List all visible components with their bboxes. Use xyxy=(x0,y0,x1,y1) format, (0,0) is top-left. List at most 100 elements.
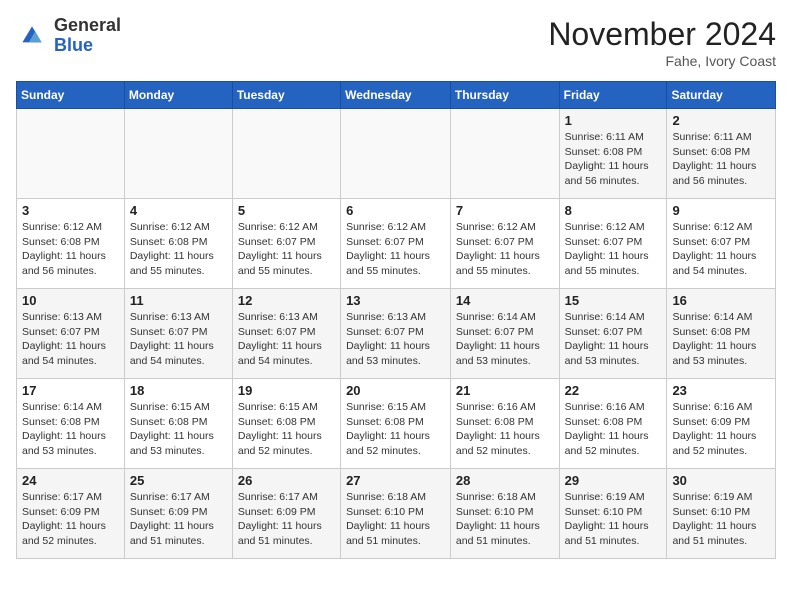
day-detail: Sunrise: 6:15 AMSunset: 6:08 PMDaylight:… xyxy=(346,400,445,459)
day-cell: 17Sunrise: 6:14 AMSunset: 6:08 PMDayligh… xyxy=(17,379,125,469)
day-number: 6 xyxy=(346,203,445,218)
week-row-1: 1 Sunrise: 6:11 AMSunset: 6:08 PMDaylight… xyxy=(17,109,776,199)
day-cell: 12Sunrise: 6:13 AMSunset: 6:07 PMDayligh… xyxy=(232,289,340,379)
day-detail: Sunrise: 6:18 AMSunset: 6:10 PMDaylight:… xyxy=(346,490,445,549)
day-cell xyxy=(124,109,232,199)
day-detail: Sunrise: 6:17 AMSunset: 6:09 PMDaylight:… xyxy=(238,490,335,549)
day-cell xyxy=(450,109,559,199)
weekday-header-friday: Friday xyxy=(559,82,667,109)
day-detail: Sunrise: 6:14 AMSunset: 6:07 PMDaylight:… xyxy=(565,310,662,369)
day-number: 28 xyxy=(456,473,554,488)
day-cell: 26 Sunrise: 6:17 AMSunset: 6:09 PMDayligh… xyxy=(232,469,340,559)
day-number: 7 xyxy=(456,203,554,218)
day-cell xyxy=(341,109,451,199)
day-detail: Sunrise: 6:12 AMSunset: 6:07 PMDaylight:… xyxy=(346,220,445,279)
day-detail: Sunrise: 6:19 AMSunset: 6:10 PMDaylight:… xyxy=(565,490,662,549)
location: Fahe, Ivory Coast xyxy=(548,53,776,69)
day-detail: Sunrise: 6:15 AMSunset: 6:08 PMDaylight:… xyxy=(130,400,227,459)
day-detail: Sunrise: 6:12 AMSunset: 6:07 PMDaylight:… xyxy=(456,220,554,279)
day-cell: 6 Sunrise: 6:12 AMSunset: 6:07 PMDaylight… xyxy=(341,199,451,289)
title-block: November 2024 Fahe, Ivory Coast xyxy=(548,16,776,69)
day-detail: Sunrise: 6:16 AMSunset: 6:09 PMDaylight:… xyxy=(672,400,770,459)
day-number: 29 xyxy=(565,473,662,488)
day-cell: 30Sunrise: 6:19 AMSunset: 6:10 PMDayligh… xyxy=(667,469,776,559)
weekday-header-monday: Monday xyxy=(124,82,232,109)
day-cell: 23 Sunrise: 6:16 AMSunset: 6:09 PMDayligh… xyxy=(667,379,776,469)
day-cell: 19Sunrise: 6:15 AMSunset: 6:08 PMDayligh… xyxy=(232,379,340,469)
day-number: 13 xyxy=(346,293,445,308)
day-cell: 14Sunrise: 6:14 AMSunset: 6:07 PMDayligh… xyxy=(450,289,559,379)
day-detail: Sunrise: 6:13 AMSunset: 6:07 PMDaylight:… xyxy=(22,310,119,369)
day-number: 3 xyxy=(22,203,119,218)
logo-icon xyxy=(16,20,48,52)
day-number: 25 xyxy=(130,473,227,488)
weekday-header-tuesday: Tuesday xyxy=(232,82,340,109)
day-cell: 1Sunrise: 6:11 AMSunset: 6:08 PMDaylight… xyxy=(559,109,667,199)
day-cell: 7 Sunrise: 6:12 AMSunset: 6:07 PMDaylight… xyxy=(450,199,559,289)
day-detail: Sunrise: 6:13 AMSunset: 6:07 PMDaylight:… xyxy=(238,310,335,369)
day-cell: 5 Sunrise: 6:12 AMSunset: 6:07 PMDaylight… xyxy=(232,199,340,289)
day-detail: Sunrise: 6:14 AMSunset: 6:08 PMDaylight:… xyxy=(672,310,770,369)
day-number: 16 xyxy=(672,293,770,308)
day-detail: Sunrise: 6:12 AMSunset: 6:07 PMDaylight:… xyxy=(672,220,770,279)
day-cell: 28 Sunrise: 6:18 AMSunset: 6:10 PMDayligh… xyxy=(450,469,559,559)
day-cell: 18 Sunrise: 6:15 AMSunset: 6:08 PMDayligh… xyxy=(124,379,232,469)
day-number: 1 xyxy=(565,113,662,128)
weekday-header-sunday: Sunday xyxy=(17,82,125,109)
day-detail: Sunrise: 6:17 AMSunset: 6:09 PMDaylight:… xyxy=(22,490,119,549)
day-number: 26 xyxy=(238,473,335,488)
logo: General Blue xyxy=(16,16,121,56)
weekday-header-row: SundayMondayTuesdayWednesdayThursdayFrid… xyxy=(17,82,776,109)
day-cell: 4 Sunrise: 6:12 AMSunset: 6:08 PMDaylight… xyxy=(124,199,232,289)
day-detail: Sunrise: 6:11 AMSunset: 6:08 PMDaylight:… xyxy=(672,130,770,189)
day-detail: Sunrise: 6:19 AMSunset: 6:10 PMDaylight:… xyxy=(672,490,770,549)
day-number: 23 xyxy=(672,383,770,398)
day-cell: 13 Sunrise: 6:13 AMSunset: 6:07 PMDayligh… xyxy=(341,289,451,379)
day-cell: 9 Sunrise: 6:12 AMSunset: 6:07 PMDaylight… xyxy=(667,199,776,289)
day-number: 8 xyxy=(565,203,662,218)
day-cell: 15 Sunrise: 6:14 AMSunset: 6:07 PMDayligh… xyxy=(559,289,667,379)
day-cell: 25Sunrise: 6:17 AMSunset: 6:09 PMDayligh… xyxy=(124,469,232,559)
day-number: 22 xyxy=(565,383,662,398)
day-number: 4 xyxy=(130,203,227,218)
day-detail: Sunrise: 6:12 AMSunset: 6:08 PMDaylight:… xyxy=(130,220,227,279)
day-cell: 20 Sunrise: 6:15 AMSunset: 6:08 PMDayligh… xyxy=(341,379,451,469)
week-row-2: 3 Sunrise: 6:12 AMSunset: 6:08 PMDaylight… xyxy=(17,199,776,289)
day-number: 2 xyxy=(672,113,770,128)
day-cell xyxy=(232,109,340,199)
day-cell: 2 Sunrise: 6:11 AMSunset: 6:08 PMDaylight… xyxy=(667,109,776,199)
day-number: 18 xyxy=(130,383,227,398)
day-cell: 22 Sunrise: 6:16 AMSunset: 6:08 PMDayligh… xyxy=(559,379,667,469)
day-detail: Sunrise: 6:18 AMSunset: 6:10 PMDaylight:… xyxy=(456,490,554,549)
day-number: 11 xyxy=(130,293,227,308)
day-cell: 16 Sunrise: 6:14 AMSunset: 6:08 PMDayligh… xyxy=(667,289,776,379)
day-detail: Sunrise: 6:12 AMSunset: 6:08 PMDaylight:… xyxy=(22,220,119,279)
weekday-header-thursday: Thursday xyxy=(450,82,559,109)
day-number: 21 xyxy=(456,383,554,398)
day-cell: 24 Sunrise: 6:17 AMSunset: 6:09 PMDayligh… xyxy=(17,469,125,559)
day-number: 17 xyxy=(22,383,119,398)
day-detail: Sunrise: 6:12 AMSunset: 6:07 PMDaylight:… xyxy=(238,220,335,279)
day-number: 19 xyxy=(238,383,335,398)
week-row-3: 10Sunrise: 6:13 AMSunset: 6:07 PMDayligh… xyxy=(17,289,776,379)
day-detail: Sunrise: 6:16 AMSunset: 6:08 PMDaylight:… xyxy=(565,400,662,459)
day-number: 27 xyxy=(346,473,445,488)
day-cell xyxy=(17,109,125,199)
weekday-header-saturday: Saturday xyxy=(667,82,776,109)
day-number: 20 xyxy=(346,383,445,398)
day-number: 9 xyxy=(672,203,770,218)
day-cell: 8 Sunrise: 6:12 AMSunset: 6:07 PMDaylight… xyxy=(559,199,667,289)
day-detail: Sunrise: 6:12 AMSunset: 6:07 PMDaylight:… xyxy=(565,220,662,279)
day-cell: 11 Sunrise: 6:13 AMSunset: 6:07 PMDayligh… xyxy=(124,289,232,379)
day-cell: 21 Sunrise: 6:16 AMSunset: 6:08 PMDayligh… xyxy=(450,379,559,469)
page-header: General Blue November 2024 Fahe, Ivory C… xyxy=(16,16,776,69)
day-cell: 27 Sunrise: 6:18 AMSunset: 6:10 PMDayligh… xyxy=(341,469,451,559)
day-number: 15 xyxy=(565,293,662,308)
day-number: 24 xyxy=(22,473,119,488)
day-detail: Sunrise: 6:16 AMSunset: 6:08 PMDaylight:… xyxy=(456,400,554,459)
day-detail: Sunrise: 6:14 AMSunset: 6:07 PMDaylight:… xyxy=(456,310,554,369)
day-number: 5 xyxy=(238,203,335,218)
logo-text: General Blue xyxy=(54,16,121,56)
day-detail: Sunrise: 6:13 AMSunset: 6:07 PMDaylight:… xyxy=(130,310,227,369)
day-detail: Sunrise: 6:13 AMSunset: 6:07 PMDaylight:… xyxy=(346,310,445,369)
